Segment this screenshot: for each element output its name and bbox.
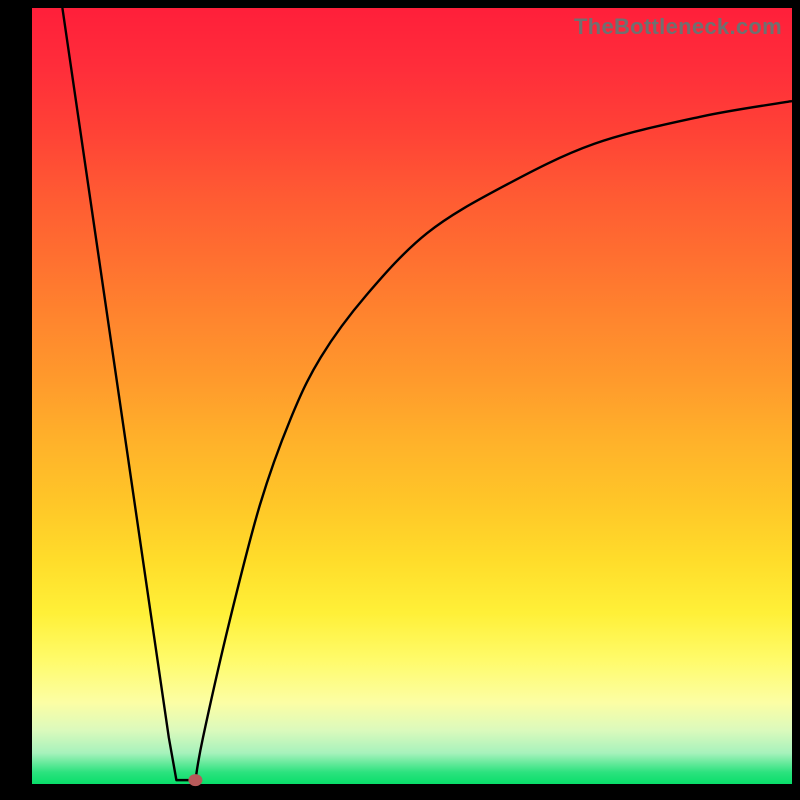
bottleneck-curve	[62, 8, 792, 780]
curve-layer	[32, 8, 792, 784]
marker-dot	[188, 774, 202, 786]
chart-frame: TheBottleneck.com	[0, 0, 800, 800]
plot-area: TheBottleneck.com	[32, 8, 792, 784]
